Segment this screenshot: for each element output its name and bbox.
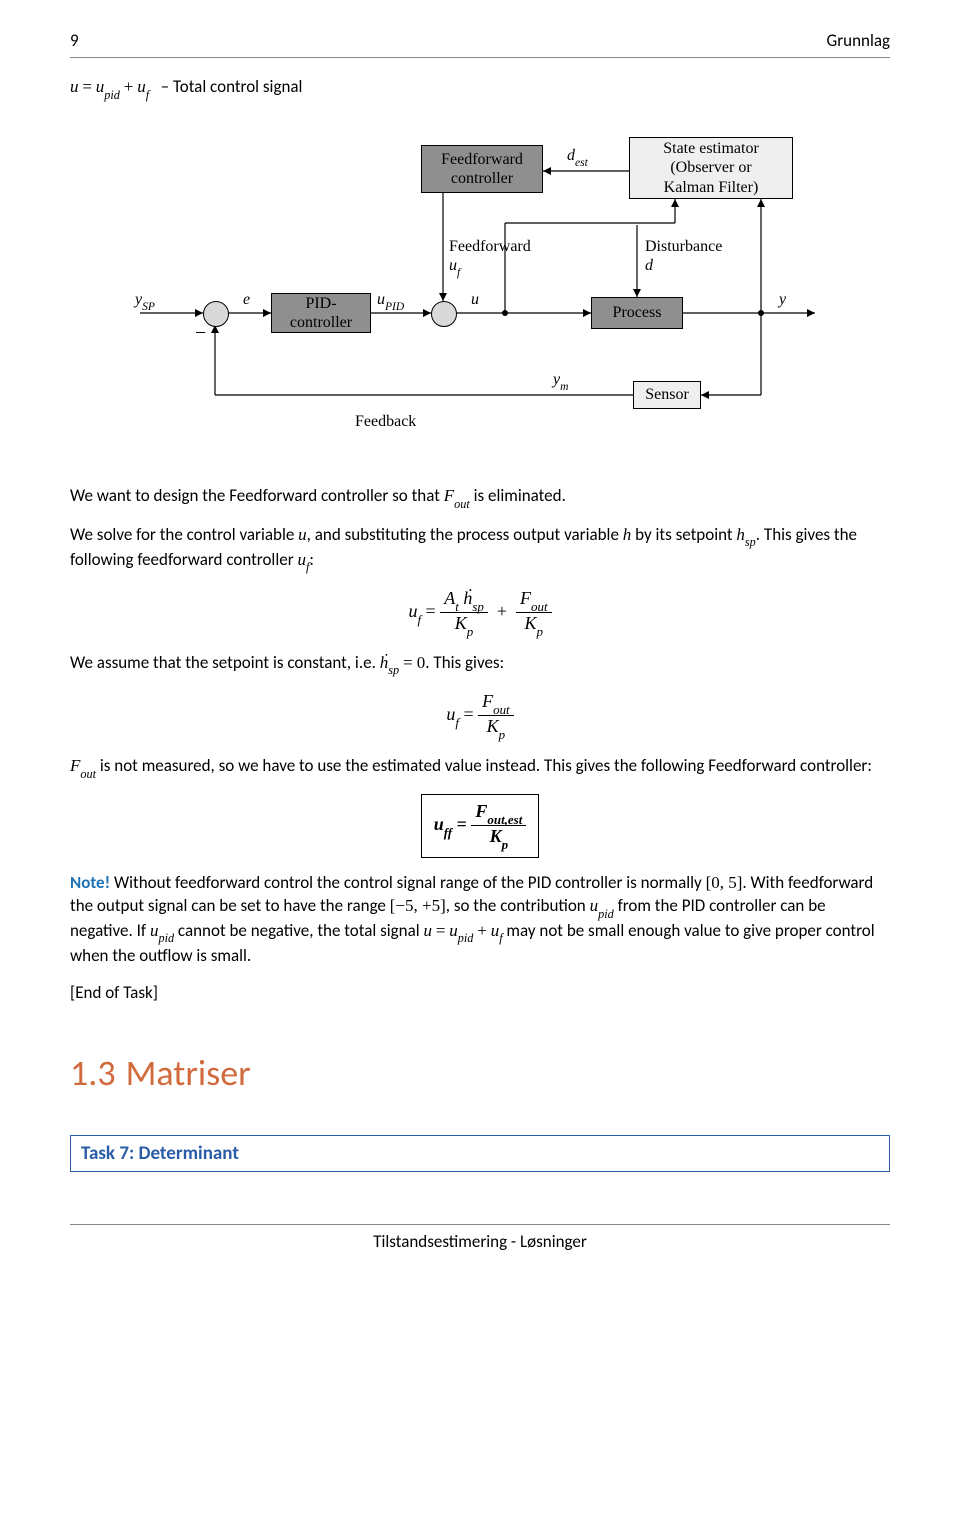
task-box-determinant: Task 7: Determinant xyxy=(70,1135,890,1172)
task-title: Determinant xyxy=(139,1142,239,1165)
sum-node-1 xyxy=(203,301,229,327)
chapter-title: Grunnlag xyxy=(827,30,891,51)
footer: Tilstandsestimering - Løsninger xyxy=(70,1224,890,1252)
paragraph-not-measured: Fout is not measured, so we have to use … xyxy=(70,755,890,780)
label-ysp: ySP xyxy=(135,291,155,311)
paragraph-solve-for: We solve for the control variable u, and… xyxy=(70,524,890,574)
sensor-box: Sensor xyxy=(633,381,701,409)
note-label: Note! xyxy=(70,872,110,893)
label-disturbance-d: Disturbanced xyxy=(645,237,722,275)
paragraph-assume-constant: We assume that the setpoint is constant,… xyxy=(70,652,890,677)
label-y: y xyxy=(779,291,786,309)
task-label: Task 7: xyxy=(81,1142,134,1165)
text: is eliminated. xyxy=(474,485,566,506)
label-feedforward-uf: Feedforwarduf xyxy=(449,237,531,279)
label-feedback: Feedback xyxy=(355,413,416,431)
feedforward-controller-box: Feedforwardcontroller xyxy=(421,145,543,193)
paragraph-want-design: We want to design the Feedforward contro… xyxy=(70,485,890,510)
intro-equation-line: u = upid + uf – Total control signal xyxy=(70,76,890,101)
label-e: e xyxy=(243,291,250,309)
label-upid: uPID xyxy=(377,291,404,311)
heading-title: Matriser xyxy=(126,1051,251,1095)
process-box: Process xyxy=(591,297,683,329)
label-ym: ym xyxy=(553,371,568,391)
note-paragraph: Note! Without feedforward control the co… xyxy=(70,872,890,968)
equation-uff-boxed: uff = Fout,est Kp xyxy=(70,794,890,858)
pid-controller-box: PID-controller xyxy=(271,293,371,333)
page-number: 9 xyxy=(70,30,79,51)
equation-uf-simplified: uf = Fout Kp xyxy=(70,691,890,741)
svg-text:−: − xyxy=(195,322,206,344)
label-dest: dest xyxy=(567,147,588,167)
end-of-task: [End of Task] xyxy=(70,982,890,1005)
section-heading-matriser: 1.3Matriser xyxy=(70,1051,890,1095)
label-u: u xyxy=(471,291,479,309)
sum-node-2 xyxy=(431,301,457,327)
state-estimator-box: State estimator(Observer orKalman Filter… xyxy=(629,137,793,199)
block-diagram: − Feedforwardcontroller State estimator(… xyxy=(135,123,825,463)
header-rule xyxy=(70,57,890,58)
text: We want to design the Feedforward contro… xyxy=(70,485,444,506)
heading-number: 1.3 xyxy=(70,1051,116,1095)
equation-uf-full: uf = At ḣsp Kp + Fout Kp xyxy=(70,588,890,638)
footer-text: Tilstandsestimering - Løsninger xyxy=(373,1231,587,1252)
page-header: 9 Grunnlag xyxy=(70,30,890,51)
